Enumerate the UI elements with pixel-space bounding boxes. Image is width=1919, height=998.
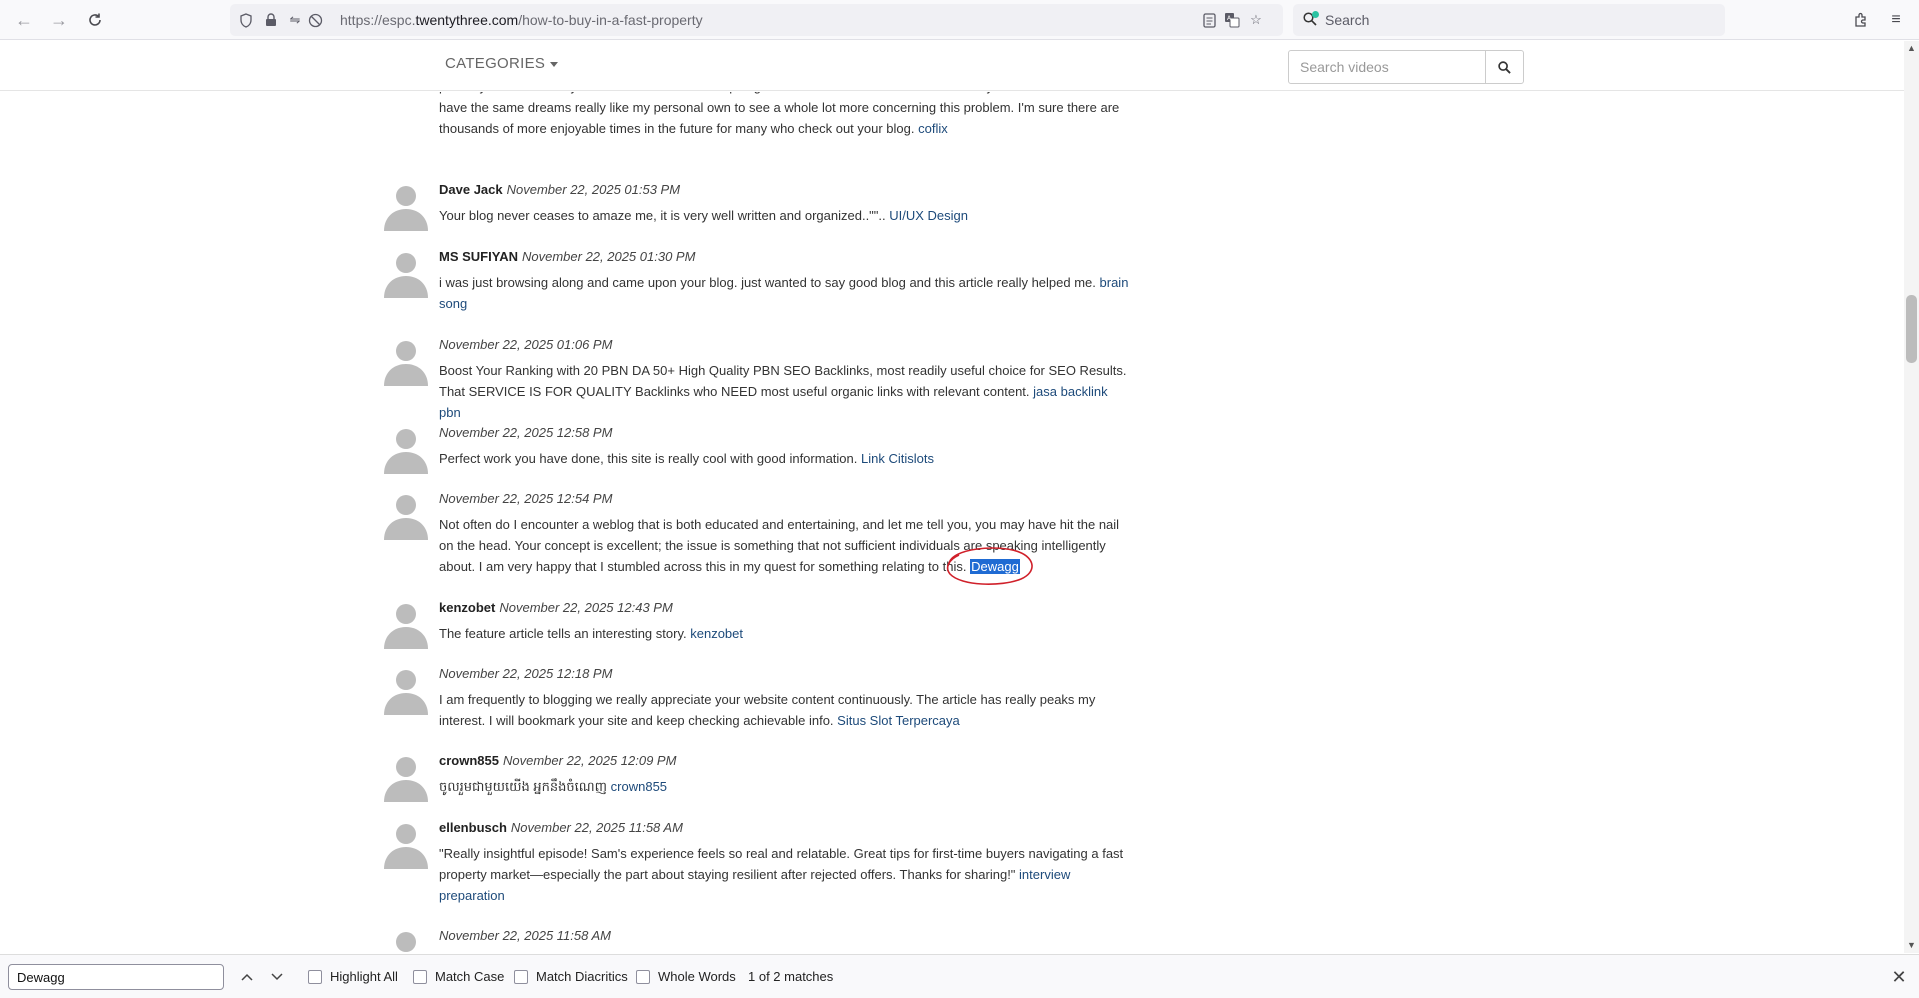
comment-date: November 22, 2025 11:58 AM [439, 928, 611, 943]
match-diacritics-checkbox[interactable]: Match Diacritics [514, 969, 628, 984]
comment-author[interactable]: kenzobet [439, 600, 495, 615]
comment-text: Boost Your Ranking with 20 PBN DA 50+ Hi… [439, 363, 1127, 420]
reload-icon[interactable] [83, 8, 107, 32]
scroll-up-arrow-icon[interactable]: ▲ [1906, 43, 1917, 54]
default-avatar-icon [384, 253, 428, 298]
categories-dropdown[interactable]: CATEGORIES [445, 55, 559, 72]
checkbox[interactable] [413, 969, 427, 984]
back-arrow-icon[interactable]: ← [12, 8, 36, 32]
default-avatar-icon [384, 341, 428, 386]
comment-text: ចូលរួមជាមួយយើង អ្នកនឹងចំណេញ crown855 [439, 779, 668, 794]
find-match-status: 1 of 2 matches [748, 969, 834, 984]
scrollbar-thumb[interactable] [1906, 295, 1917, 363]
comment-author[interactable]: ellenbusch [439, 820, 507, 835]
comment-link[interactable]: Link Citislots [861, 451, 934, 466]
comment-text: possibly have tried it if you ever wante… [439, 92, 1120, 136]
comment-text: "Really insightful episode! Sam's experi… [439, 846, 1124, 903]
menu-hamburger-icon[interactable]: ≡ [1884, 8, 1908, 32]
find-previous-icon[interactable] [236, 966, 258, 988]
comment-text: Your blog never ceases to amaze me, it i… [439, 208, 969, 223]
red-circle-annotation [946, 547, 1033, 585]
comment-date: November 22, 2025 01:53 PM [506, 182, 681, 197]
comments-section: possibly have tried it if you ever wante… [0, 92, 1904, 953]
comment-link[interactable]: Situs Slot Terpercaya [837, 713, 960, 728]
find-next-icon[interactable] [266, 966, 288, 988]
comment-text: Perfect work you have done, this site is… [439, 451, 934, 466]
comment-date: November 22, 2025 12:54 PM [439, 491, 613, 506]
comment-link[interactable]: UI/UX Design [889, 208, 968, 223]
address-bar[interactable]: ⇋ https://espc.twentythree.com/how-to-bu… [230, 4, 1283, 36]
comment-date: November 22, 2025 12:43 PM [499, 600, 673, 615]
comment-text: i was just browsing along and came upon … [439, 275, 1129, 311]
default-avatar-icon [384, 495, 428, 540]
comment-date: November 22, 2025 12:18 PM [439, 666, 613, 681]
caret-down-icon [550, 61, 559, 67]
comment-date: November 22, 2025 11:58 AM [510, 820, 683, 835]
whole-words-checkbox[interactable]: Whole Words [636, 969, 736, 984]
comment-date: November 22, 2025 01:06 PM [439, 337, 613, 352]
bookmark-star-icon[interactable]: ☆ [1248, 12, 1264, 28]
permissions-icon[interactable]: ⇋ [287, 12, 303, 28]
comment-date: November 22, 2025 12:09 PM [502, 753, 677, 768]
tracking-blocked-icon[interactable] [307, 12, 323, 28]
shield-icon[interactable] [238, 12, 254, 28]
checkbox[interactable] [308, 969, 322, 984]
translate-icon[interactable]: A [1224, 12, 1240, 28]
extensions-icon[interactable] [1849, 8, 1873, 32]
page-scrollbar[interactable] [1904, 41, 1919, 953]
default-avatar-icon [384, 670, 428, 715]
find-bar: Highlight All Match Case Match Diacritic… [0, 954, 1919, 998]
comment-link[interactable]: crown855 [611, 779, 667, 794]
comment-date: November 22, 2025 01:30 PM [521, 249, 696, 264]
close-icon[interactable]: ✕ [1888, 966, 1910, 988]
browser-search-bar[interactable]: Search [1293, 4, 1725, 36]
video-search-button[interactable] [1485, 51, 1523, 83]
default-avatar-icon [384, 757, 428, 802]
search-engine-badge-icon [1312, 11, 1319, 18]
comment-author[interactable]: Dave Jack [439, 182, 503, 197]
url-text[interactable]: https://espc.twentythree.com/how-to-buy-… [340, 12, 703, 28]
find-input[interactable] [8, 964, 224, 990]
default-avatar-icon [384, 429, 428, 474]
site-header: CATEGORIES [0, 41, 1904, 91]
comment-author[interactable]: MS SUFIYAN [439, 249, 518, 264]
browser-toolbar: ← → ⇋ https://espc.twentythree.com/how-t… [0, 0, 1919, 40]
default-avatar-icon [384, 824, 428, 869]
comment-author[interactable]: crown855 [439, 753, 499, 768]
default-avatar-icon [396, 932, 416, 952]
search-bar-label: Search [1325, 12, 1370, 28]
video-search-form [1288, 50, 1524, 84]
comment-link[interactable]: coflix [918, 121, 948, 136]
video-search-input[interactable] [1289, 51, 1485, 83]
comment-text: The feature article tells an interesting… [439, 626, 743, 641]
reader-view-icon[interactable] [1201, 12, 1217, 28]
match-case-checkbox[interactable]: Match Case [413, 969, 504, 984]
forward-arrow-icon[interactable]: → [47, 8, 71, 32]
comment-link[interactable]: kenzobet [690, 626, 743, 641]
checkbox[interactable] [514, 969, 528, 984]
highlight-all-checkbox[interactable]: Highlight All [308, 969, 398, 984]
scroll-down-arrow-icon[interactable]: ▼ [1906, 940, 1917, 951]
checkbox[interactable] [636, 969, 650, 984]
lock-icon[interactable] [263, 12, 279, 28]
comment-text: I am frequently to blogging we really ap… [439, 692, 1096, 728]
comment-date: November 22, 2025 12:58 PM [439, 425, 613, 440]
default-avatar-icon [384, 604, 428, 649]
default-avatar-icon [384, 186, 428, 231]
